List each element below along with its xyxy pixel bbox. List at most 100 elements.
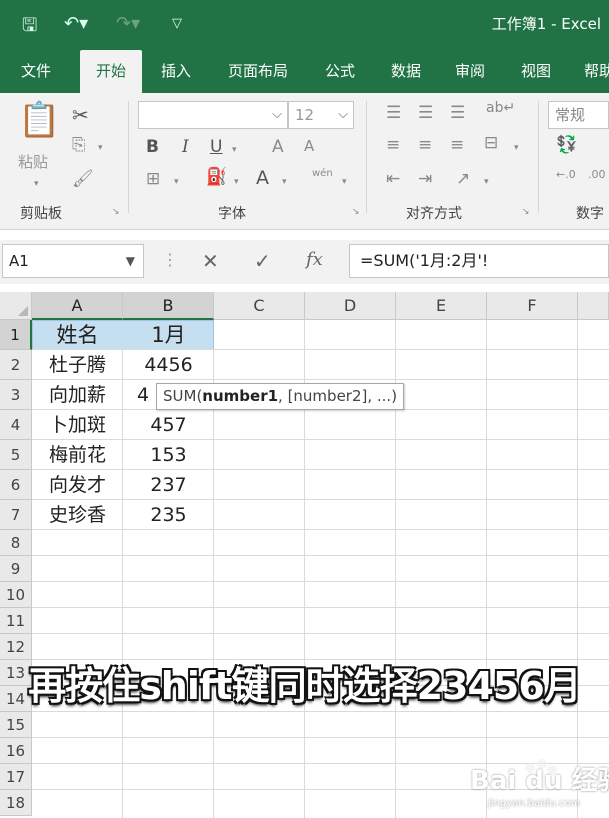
paste-label[interactable]: 粘贴 [18, 151, 48, 172]
undo-icon[interactable]: ↶▾ [64, 13, 88, 34]
decrease-decimal-icon[interactable]: .00 [588, 169, 606, 180]
cell-a6[interactable]: 向发才 [32, 470, 123, 500]
row-header-3[interactable]: 3 [0, 380, 32, 410]
tab-data[interactable]: 数据 [378, 50, 434, 93]
fill-color-icon[interactable]: ⛽ [206, 169, 227, 186]
align-right-icon[interactable]: ≡ [450, 137, 464, 154]
accounting-format-icon[interactable]: 💱 [556, 137, 577, 154]
underline-button[interactable]: U [210, 139, 222, 156]
row-header-5[interactable]: 5 [0, 440, 32, 470]
tab-help[interactable]: 帮助 [574, 50, 609, 93]
copy-icon[interactable]: ⎘ [72, 137, 86, 154]
format-painter-icon[interactable]: 🖌 [72, 171, 94, 188]
cut-icon[interactable]: ✂ [72, 105, 89, 125]
font-size-combo[interactable]: 12 ⌵ [288, 101, 354, 129]
save-icon[interactable]: 🖫 [22, 13, 37, 43]
merge-dropdown-icon[interactable]: ▾ [514, 143, 519, 153]
tab-view[interactable]: 视图 [508, 50, 564, 93]
tab-review[interactable]: 审阅 [442, 50, 498, 93]
bold-button[interactable]: B [146, 139, 159, 156]
copy-dropdown-icon[interactable]: ▾ [98, 143, 103, 153]
name-box[interactable]: A1 ▼ [2, 244, 144, 278]
cell-a4[interactable]: 卜加斑 [32, 410, 123, 440]
cell-b2[interactable]: 4456 [123, 350, 214, 380]
row-header-7[interactable]: 7 [0, 500, 32, 530]
increase-indent-icon[interactable]: ⇥ [418, 171, 432, 188]
paste-icon[interactable]: 📋 [18, 103, 60, 137]
insert-function-button[interactable]: fx [306, 249, 323, 270]
row-header-18[interactable]: 18 [0, 790, 32, 816]
tooltip-function-name[interactable]: SUM( [163, 387, 202, 405]
cell-b4[interactable]: 457 [123, 410, 214, 440]
formula-input[interactable]: =SUM('1月:2月'! [349, 244, 609, 278]
italic-button[interactable]: I [182, 139, 189, 156]
align-top-icon[interactable]: ☰ [386, 105, 401, 122]
tooltip-current-argument[interactable]: number1 [202, 387, 278, 405]
tab-insert[interactable]: 插入 [148, 50, 204, 93]
align-left-icon[interactable]: ≡ [386, 137, 400, 154]
font-color-button[interactable]: A [256, 169, 269, 188]
tab-home[interactable]: 开始 [80, 50, 142, 93]
align-middle-icon[interactable]: ☰ [418, 105, 433, 122]
column-header-f[interactable]: F [487, 292, 578, 320]
row-header-2[interactable]: 2 [0, 350, 32, 380]
column-header-c[interactable]: C [214, 292, 305, 320]
column-header-d[interactable]: D [305, 292, 396, 320]
cell-a2[interactable]: 杜子腾 [32, 350, 123, 380]
row-header-6[interactable]: 6 [0, 470, 32, 500]
orientation-dropdown-icon[interactable]: ▾ [484, 177, 489, 187]
cell-a3[interactable]: 向加薪 [32, 380, 123, 410]
column-header-e[interactable]: E [396, 292, 487, 320]
cell-b1[interactable]: 1月 [123, 320, 214, 350]
number-format-combo[interactable]: 常规 [548, 101, 609, 129]
cell-b6[interactable]: 237 [123, 470, 214, 500]
font-launcher-icon[interactable]: ↘ [352, 207, 360, 217]
cell-b7[interactable]: 235 [123, 500, 214, 530]
borders-dropdown-icon[interactable]: ▾ [174, 177, 179, 187]
redo-icon[interactable]: ↷▾ [116, 13, 140, 34]
fill-color-dropdown-icon[interactable]: ▾ [234, 177, 239, 187]
row-header-4[interactable]: 4 [0, 410, 32, 440]
alignment-launcher-icon[interactable]: ↘ [522, 207, 530, 217]
row-header-8[interactable]: 8 [0, 530, 32, 556]
row-header-15[interactable]: 15 [0, 712, 32, 738]
cell-b5[interactable]: 153 [123, 440, 214, 470]
enter-button[interactable]: ✓ [254, 249, 271, 273]
cancel-button[interactable]: ✕ [202, 249, 219, 273]
borders-icon[interactable]: ⊞ [146, 171, 160, 188]
grow-font-button[interactable]: A [272, 139, 284, 156]
merge-center-icon[interactable]: ⊟ [484, 135, 498, 152]
tab-page-layout[interactable]: 页面布局 [214, 50, 302, 93]
wrap-text-icon[interactable]: ab↵ [486, 101, 515, 115]
phonetic-button[interactable]: wén [312, 169, 333, 179]
align-center-icon[interactable]: ≡ [418, 137, 432, 154]
orientation-icon[interactable]: ↗ [456, 171, 470, 188]
cell-a5[interactable]: 梅前花 [32, 440, 123, 470]
decrease-indent-icon[interactable]: ⇤ [386, 171, 400, 188]
column-header-a[interactable]: A [32, 292, 123, 320]
clipboard-launcher-icon[interactable]: ↘ [112, 207, 120, 217]
align-bottom-icon[interactable]: ☰ [450, 105, 465, 122]
row-header-10[interactable]: 10 [0, 582, 32, 608]
paste-dropdown-icon[interactable]: ▾ [34, 179, 39, 189]
customize-qat-icon[interactable]: ▽ [172, 16, 182, 31]
underline-dropdown-icon[interactable]: ▾ [232, 145, 237, 155]
worksheet-grid[interactable]: A B C D E F 1 2 3 4 5 6 7 8 9 10 11 12 1… [0, 292, 609, 818]
column-header-b[interactable]: B [123, 292, 214, 320]
shrink-font-button[interactable]: A [304, 139, 314, 154]
font-color-dropdown-icon[interactable]: ▾ [282, 177, 287, 187]
phonetic-dropdown-icon[interactable]: ▾ [342, 177, 347, 187]
row-header-9[interactable]: 9 [0, 556, 32, 582]
tab-formulas[interactable]: 公式 [312, 50, 368, 93]
row-header-17[interactable]: 17 [0, 764, 32, 790]
select-all-button[interactable] [0, 292, 32, 320]
row-header-16[interactable]: 16 [0, 738, 32, 764]
cell-a1[interactable]: 姓名 [32, 320, 123, 350]
column-header-g[interactable] [578, 292, 609, 320]
cell-a7[interactable]: 史珍香 [32, 500, 123, 530]
increase-decimal-icon[interactable]: ←.0 [556, 169, 576, 180]
row-header-11[interactable]: 11 [0, 608, 32, 634]
tab-file[interactable]: 文件 [8, 50, 64, 93]
font-name-combo[interactable]: ⌵ [138, 101, 288, 129]
row-header-1[interactable]: 1 [0, 320, 32, 350]
